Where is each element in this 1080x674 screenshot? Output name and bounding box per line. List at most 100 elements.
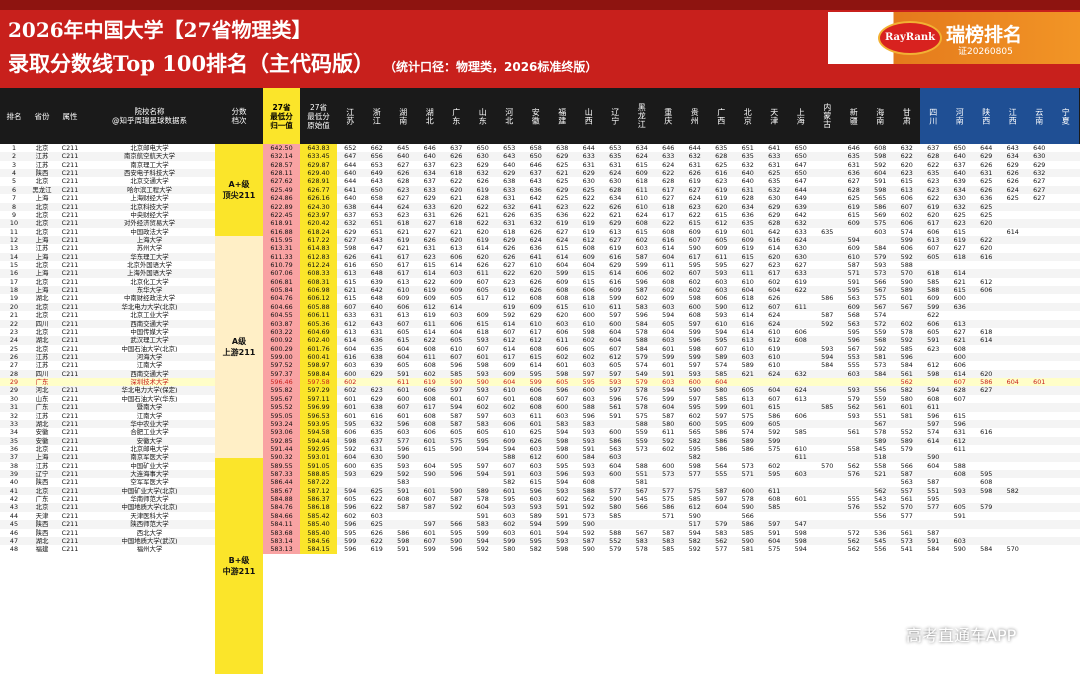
cell-score: 594 [847,235,860,244]
cell-score: 601 [344,411,357,420]
col-province-label: 陕西 [981,107,991,125]
cell-score: 608 [688,311,701,320]
cell-score: 626 [980,160,993,169]
cell-a: C211 [61,453,79,462]
cell-p: 北京 [35,144,49,152]
cell-v2: 626.77 [300,185,337,195]
cell-score: 630 [1033,152,1046,161]
cell-score: 646 [847,144,860,152]
cell-score: 640 [370,302,383,311]
cell-score: 547 [794,520,807,529]
cell-score [1026,253,1053,261]
cell-n: 暨南大学 [136,403,163,412]
cell-score: 616 [344,261,357,270]
cell-score: 650 [370,261,383,270]
cell-score [814,445,841,453]
cell-score: 575 [768,444,781,453]
cell-score: 628 [715,152,728,161]
cell-score: 610 [635,194,648,203]
cell-score: 609 [529,302,542,311]
cell-p: 陕西 [35,478,49,487]
cell-score: 633 [423,185,436,194]
cell-score: 658 [529,144,542,152]
cell-score: 585 [715,369,728,378]
cell-score: 563 [609,444,622,453]
cell-score: 637 [953,160,966,169]
cell-score: 619 [503,286,516,295]
cell-score: 575 [635,411,648,420]
tier-a: A级 上游211 [215,236,263,458]
cell-p: 江苏 [35,361,49,370]
cell-score [1053,186,1080,194]
cell-v2: 585.40 [300,528,337,537]
cell-score: 595 [556,461,569,470]
cell-score: 577 [609,486,622,495]
cell-p: 山东 [35,394,49,403]
cell-score: 595 [715,419,728,428]
cell-score: 607 [715,344,728,353]
cell-score: 582 [503,478,516,487]
cell-score [788,478,815,486]
cell-score: 611 [662,261,675,270]
cell-v2: 585.40 [300,520,337,529]
cell-p: 上海 [35,286,49,295]
cell-score: 597 [715,495,728,504]
table-row: 23 北京 C211 中国传媒大学 603.22 604.69 613 631 605 614 60… [0,327,1080,337]
cell-score: 622 [370,536,383,545]
cell-score: 620 [450,235,463,244]
cell-score: 609 [423,294,436,303]
cell-score: 595 [476,436,489,445]
cell-score: 598 [874,185,887,194]
cell-score [788,353,815,361]
col-province-label: 安徽 [531,107,541,125]
cell-a: C211 [61,152,79,161]
cell-score: 580 [662,419,675,428]
cell-score: 612 [741,302,754,311]
cell-score: 627 [1033,194,1046,203]
cell-a: C211 [61,202,79,211]
cell-score: 612 [529,336,542,345]
cell-score: 553 [847,352,860,361]
cell-score: 612 [953,436,966,445]
cell-score [814,386,841,394]
cell-score: 653 [609,144,622,152]
cell-score: 612 [927,361,940,370]
cell-score: 614 [609,269,622,278]
cell-score: 600 [688,419,701,428]
cell-n: 中国政法大学 [130,227,169,236]
cell-score [814,437,841,445]
cell-score [1053,194,1080,202]
cell-score [973,420,1000,428]
cell-score: 602 [900,210,913,219]
cell-score: 601 [423,486,436,495]
cell-r: 31 [9,403,19,412]
cell-score: 558 [847,444,860,453]
col-province-label: 黑龙江 [637,103,647,129]
cell-v1: 600.92 [263,336,300,345]
cell-score: 582 [1006,486,1019,495]
cell-score: 638 [503,177,516,186]
cell-score: 603 [953,536,966,545]
cell-score: 587 [397,503,410,512]
cell-score [814,420,841,428]
cell-score: 626 [450,152,463,161]
cell-score: 591 [847,277,860,286]
col-province-label: 江西 [1008,107,1018,125]
cell-a: C211 [61,286,79,295]
cell-score: 610 [768,361,781,370]
cell-score: 599 [476,528,489,537]
cell-score: 635 [768,177,781,186]
cell-score: 598 [556,369,569,378]
cell-score: 623 [953,219,966,228]
cell-v1: 584.76 [263,503,300,512]
table-row: 44 天津 C211 天津医科大学 584.66 585.42 602 603 591 603 58… [0,511,1080,521]
cell-score: 609 [582,252,595,261]
cell-score: 631 [953,428,966,437]
cell-score: 589 [741,361,754,370]
cell-score: 619 [423,286,436,295]
cell-score: 625 [980,210,993,219]
cell-score: 620 [476,252,489,261]
cell-score: 614 [556,252,569,261]
cell-score: 605 [662,319,675,328]
cell-score: 610 [741,277,754,286]
